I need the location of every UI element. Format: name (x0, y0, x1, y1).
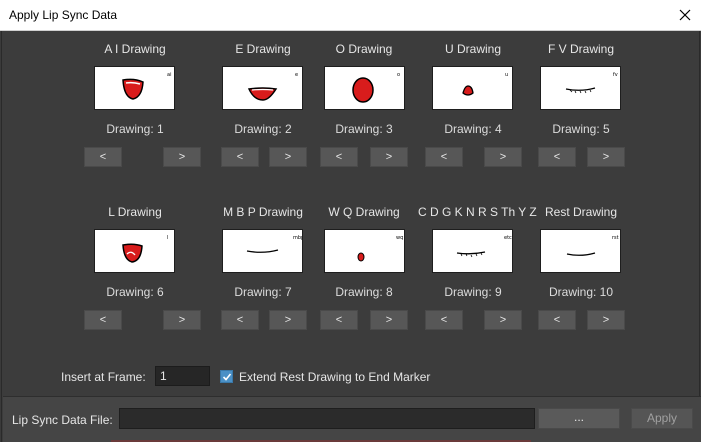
file-label: Lip Sync Data File: (12, 413, 113, 427)
mouth-label: W Q Drawing (328, 205, 400, 219)
next-drawing-button[interactable]: > (484, 147, 522, 167)
prev-drawing-button[interactable]: < (84, 310, 122, 330)
mouth-teeth-icon: fv (565, 72, 618, 94)
mouth-round-icon: o (352, 72, 400, 103)
drawing-number: Drawing: 3 (335, 122, 393, 136)
extend-rest-checkbox[interactable] (220, 370, 233, 383)
next-drawing-button[interactable]: > (269, 310, 307, 330)
prev-drawing-button[interactable]: < (425, 147, 463, 167)
apply-button[interactable]: Apply (631, 408, 693, 429)
mouth-thumbnail[interactable]: u (432, 66, 513, 110)
mouth-label: U Drawing (444, 42, 501, 56)
svg-text:etc: etc (504, 235, 512, 241)
title-bar: Apply Lip Sync Data (0, 0, 701, 31)
drawing-number: Drawing: 1 (106, 122, 164, 136)
prev-drawing-button[interactable]: < (221, 147, 259, 167)
lip-sync-file-input[interactable] (119, 408, 535, 429)
prev-drawing-button[interactable]: < (320, 147, 358, 167)
prev-drawing-button[interactable]: < (320, 310, 358, 330)
mouth-thumbnail[interactable]: rst (540, 229, 621, 273)
svg-text:fv: fv (613, 72, 618, 78)
mouth-thumbnail[interactable]: mbp (222, 229, 303, 273)
dialog-body: A I Drawing ai Drawing: 1 < > E Drawing … (1, 31, 701, 442)
mouth-thumbnail[interactable]: fv (540, 66, 621, 110)
drawing-number: Drawing: 8 (335, 285, 393, 299)
mouth-closed-icon: mbp (246, 235, 302, 253)
drawing-number: Drawing: 9 (444, 285, 502, 299)
mouth-tiny-icon: wq (357, 235, 403, 262)
mouth-teeth-icon: etc (456, 235, 512, 258)
extend-rest-label[interactable]: Extend Rest Drawing to End Marker (239, 370, 430, 384)
next-drawing-button[interactable]: > (269, 147, 307, 167)
prev-drawing-button[interactable]: < (538, 147, 576, 167)
drawing-number: Drawing: 2 (234, 122, 292, 136)
mouth-label: Rest Drawing (544, 205, 618, 219)
browse-button[interactable]: ... (538, 408, 620, 429)
insert-frame-input[interactable]: 1 (155, 366, 210, 386)
svg-text:rst: rst (612, 235, 619, 241)
svg-text:l: l (167, 235, 168, 241)
prev-drawing-button[interactable]: < (425, 310, 463, 330)
svg-text:u: u (505, 72, 508, 78)
drawing-number: Drawing: 4 (444, 122, 502, 136)
svg-text:e: e (295, 72, 298, 78)
prev-drawing-button[interactable]: < (221, 310, 259, 330)
mouth-thumbnail[interactable]: wq (324, 229, 405, 273)
mouth-label: F V Drawing (547, 42, 615, 56)
next-drawing-button[interactable]: > (484, 310, 522, 330)
next-drawing-button[interactable]: > (370, 310, 408, 330)
mouth-open-icon: ai (122, 72, 171, 100)
mouth-label: C D G K N R S Th Y Z (418, 205, 537, 219)
svg-text:wq: wq (396, 235, 403, 241)
next-drawing-button[interactable]: > (587, 310, 625, 330)
mouth-thumbnail[interactable]: l (94, 229, 175, 273)
close-button[interactable] (669, 0, 701, 31)
mouth-thumbnail[interactable]: e (222, 66, 303, 110)
next-drawing-button[interactable]: > (587, 147, 625, 167)
drawing-number: Drawing: 6 (106, 285, 164, 299)
mouth-tongue-icon: l (122, 235, 168, 263)
insert-frame-label: Insert at Frame: (61, 370, 146, 384)
drawing-number: Drawing: 5 (552, 122, 610, 136)
next-drawing-button[interactable]: > (163, 310, 201, 330)
mouth-label: O Drawing (335, 42, 393, 56)
mouth-closed-icon: rst (566, 235, 619, 256)
mouth-thumbnail[interactable]: o (324, 66, 405, 110)
mouth-thumbnail[interactable]: ai (94, 66, 175, 110)
window-title: Apply Lip Sync Data (9, 8, 118, 22)
drawing-number: Drawing: 10 (548, 285, 614, 299)
prev-drawing-button[interactable]: < (538, 310, 576, 330)
svg-text:o: o (397, 72, 400, 78)
svg-text:ai: ai (167, 72, 171, 78)
prev-drawing-button[interactable]: < (84, 147, 122, 167)
mouth-thumbnail[interactable]: etc (432, 229, 513, 273)
mouth-small-icon: u (462, 72, 508, 96)
mouth-label: A I Drawing (104, 42, 166, 56)
footer-bar: Lip Sync Data File: ... Apply (3, 396, 701, 442)
mouth-label: L Drawing (108, 205, 162, 219)
mouth-label: E Drawing (235, 42, 291, 56)
next-drawing-button[interactable]: > (163, 147, 201, 167)
drawing-number: Drawing: 7 (234, 285, 292, 299)
mouth-wide-icon: e (247, 72, 298, 101)
next-drawing-button[interactable]: > (370, 147, 408, 167)
mouth-label: M B P Drawing (223, 205, 303, 219)
checkmark-icon (222, 373, 232, 381)
close-icon (679, 9, 691, 21)
svg-text:mbp: mbp (293, 235, 302, 241)
